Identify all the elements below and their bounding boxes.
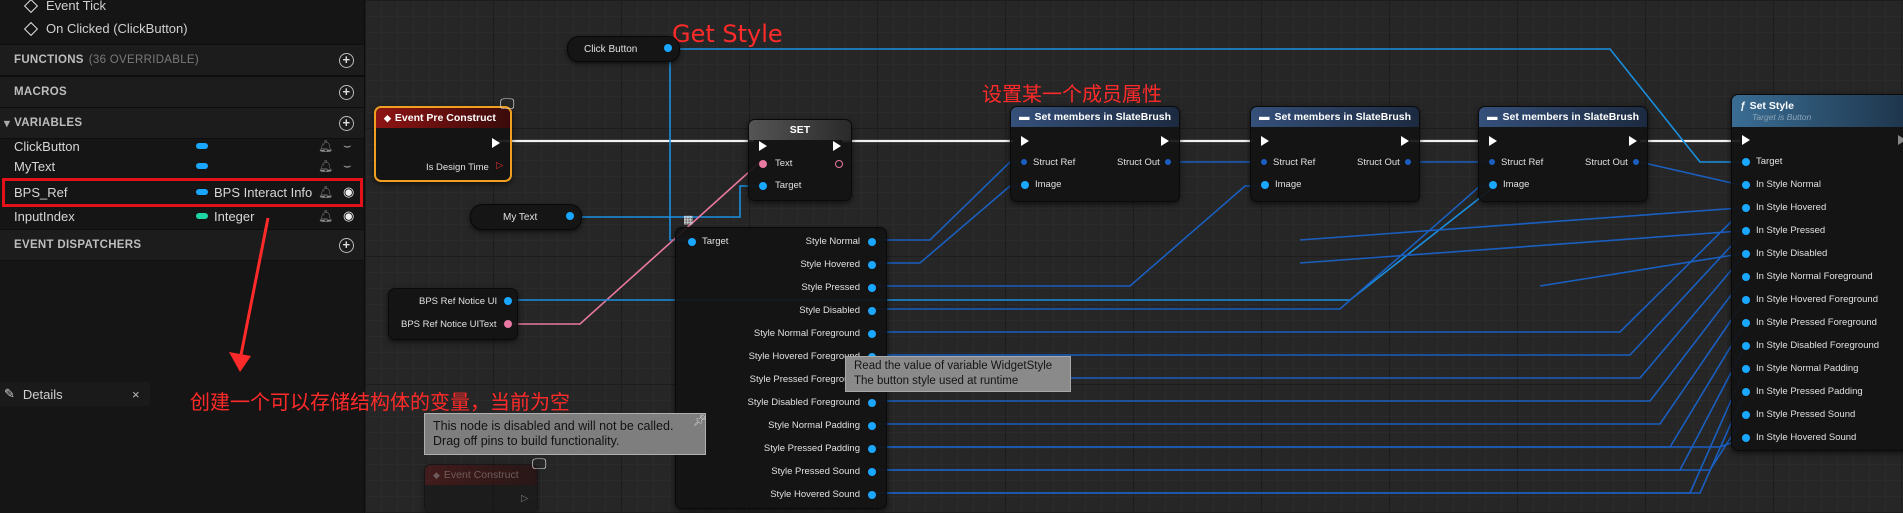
- function-icon: ▬: [1259, 111, 1270, 123]
- target-pin[interactable]: [688, 238, 696, 246]
- input-pin[interactable]: [1742, 434, 1750, 442]
- output-pin[interactable]: [504, 320, 512, 328]
- input-pin[interactable]: [1742, 181, 1750, 189]
- set-members-slatebrush-node-3[interactable]: ▬ Set members in SlateBrush Struct Ref St…: [1478, 106, 1648, 202]
- event-pre-construct-node[interactable]: ◆ Event Pre Construct Is Design Time ▷: [374, 106, 512, 182]
- input-pin[interactable]: [1742, 227, 1750, 235]
- output-pin[interactable]: [868, 491, 876, 499]
- input-pin[interactable]: [1742, 388, 1750, 396]
- output-pin[interactable]: [868, 422, 876, 430]
- input-pin[interactable]: [1742, 296, 1750, 304]
- output-pin[interactable]: [868, 330, 876, 338]
- set-text-node[interactable]: SET Text Target: [748, 119, 852, 201]
- disabled-node-comment: This node is disabled and will not be ca…: [424, 413, 706, 455]
- exec-out-pin[interactable]: [1898, 135, 1903, 145]
- exec-out-pin[interactable]: ▷: [521, 493, 528, 504]
- exec-in-pin[interactable]: [759, 141, 767, 151]
- annotation-arrow: [229, 217, 270, 372]
- output-pin[interactable]: [868, 445, 876, 453]
- exec-out-pin[interactable]: [833, 141, 841, 151]
- set-style-node[interactable]: ƒ Set Style Target is Button Target In St…: [1731, 94, 1903, 451]
- text-out-pin[interactable]: [835, 160, 843, 168]
- struct-ref-pin[interactable]: [1261, 159, 1267, 165]
- bps-ref-break-node[interactable]: BPS Ref Notice UI BPS Ref Notice UIText: [388, 288, 518, 340]
- output-pin[interactable]: [868, 238, 876, 246]
- exec-in-pin[interactable]: [1742, 135, 1750, 145]
- function-icon: ▬: [1487, 111, 1498, 123]
- output-pin[interactable]: [868, 284, 876, 292]
- pin-icon[interactable]: 📌︎: [693, 414, 707, 427]
- input-pin[interactable]: [1742, 250, 1750, 258]
- event-construct-node[interactable]: ◆ Event Construct ▷: [424, 464, 538, 513]
- input-pin[interactable]: [1742, 319, 1750, 327]
- image-pin[interactable]: [1021, 181, 1029, 189]
- variable-tooltip: Read the value of variable WidgetStyle T…: [845, 356, 1071, 392]
- output-pin[interactable]: [504, 297, 512, 305]
- monitor-icon: 🖵︎: [500, 96, 515, 113]
- monitor-icon: 🖵︎: [532, 456, 547, 473]
- input-pin[interactable]: [1742, 342, 1750, 350]
- set-members-slatebrush-node-1[interactable]: ▬ Set members in SlateBrush Struct Ref St…: [1010, 106, 1180, 202]
- my-text-getter-node[interactable]: My Text: [470, 204, 582, 230]
- function-icon: ▬: [1019, 111, 1030, 123]
- event-icon: ◆: [384, 112, 391, 123]
- annotation-get-style: Get Style: [672, 20, 783, 48]
- output-pin[interactable]: [664, 44, 672, 52]
- exec-out-pin[interactable]: [1401, 136, 1409, 146]
- target-pin[interactable]: [1742, 158, 1750, 166]
- output-pin[interactable]: [566, 212, 574, 220]
- event-icon: ◆: [433, 469, 440, 480]
- struct-ref-pin[interactable]: [1021, 159, 1027, 165]
- exec-out-pin[interactable]: [1629, 136, 1637, 146]
- output-pin[interactable]: [868, 468, 876, 476]
- bool-pin-icon[interactable]: ▷: [496, 160, 503, 171]
- output-pin[interactable]: [868, 307, 876, 315]
- exec-out-pin[interactable]: [492, 138, 500, 148]
- struct-out-pin[interactable]: [1633, 159, 1639, 165]
- exec-out-pin[interactable]: [1161, 136, 1169, 146]
- annotation-set-member: 设置某一个成员属性: [982, 82, 1162, 106]
- exec-in-pin[interactable]: [1021, 136, 1029, 146]
- input-pin[interactable]: [1742, 204, 1750, 212]
- output-pin[interactable]: [868, 261, 876, 269]
- image-pin[interactable]: [1489, 181, 1497, 189]
- struct-icon: ▦: [683, 214, 694, 226]
- image-pin[interactable]: [1261, 181, 1269, 189]
- exec-in-pin[interactable]: [1489, 136, 1497, 146]
- struct-out-pin[interactable]: [1165, 159, 1171, 165]
- struct-out-pin[interactable]: [1405, 159, 1411, 165]
- input-pin[interactable]: [1742, 273, 1750, 281]
- exec-in-pin[interactable]: [1261, 136, 1269, 146]
- target-pin[interactable]: [759, 182, 767, 190]
- input-pin[interactable]: [1742, 365, 1750, 373]
- click-button-getter-node[interactable]: Click Button: [567, 36, 680, 62]
- set-members-slatebrush-node-2[interactable]: ▬ Set members in SlateBrush Struct Ref St…: [1250, 106, 1420, 202]
- input-pin[interactable]: [1742, 411, 1750, 419]
- struct-ref-pin[interactable]: [1489, 159, 1495, 165]
- function-icon: ƒ: [1740, 101, 1746, 112]
- text-pin[interactable]: [759, 160, 767, 168]
- output-pin[interactable]: [868, 399, 876, 407]
